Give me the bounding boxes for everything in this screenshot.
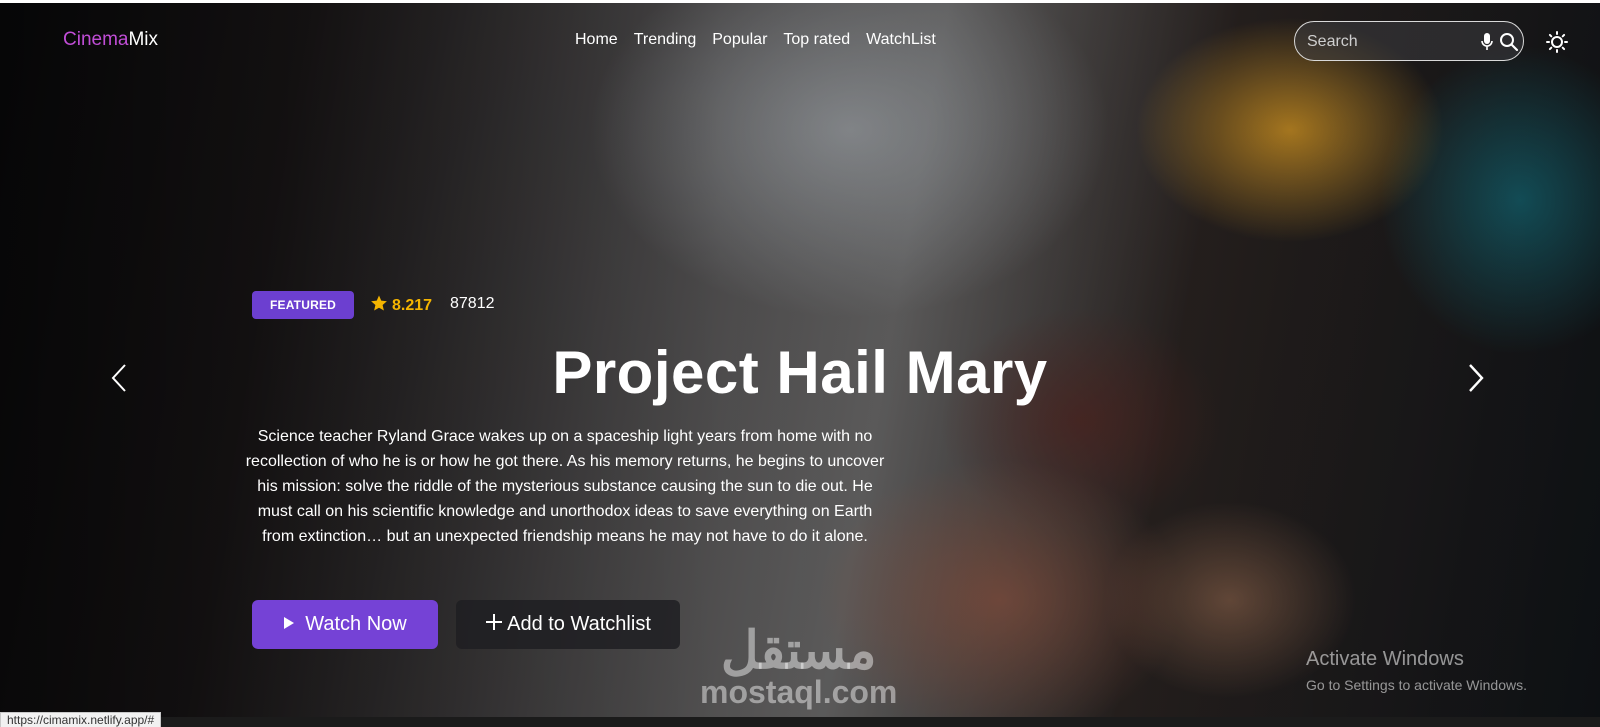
search-icon[interactable] (1499, 32, 1519, 57)
star-icon (370, 294, 388, 317)
chevron-right-icon[interactable] (1467, 363, 1485, 398)
chevron-left-icon[interactable] (110, 363, 128, 398)
vote-count: 87812 (450, 295, 495, 312)
mic-icon[interactable] (1480, 32, 1494, 57)
movie-title: Project Hail Mary (552, 339, 1048, 406)
search-input[interactable] (1307, 31, 1467, 53)
nav-popular[interactable]: Popular (712, 31, 767, 49)
navbar: CinemaMix Home Trending Popular Top rate… (0, 3, 1600, 77)
bottom-strip (0, 717, 1600, 727)
browser-status-url: https://cimamix.netlify.app/# (0, 712, 162, 727)
rating-value: 8.217 (392, 296, 433, 314)
nav-top-rated[interactable]: Top rated (783, 31, 850, 49)
plus-icon (485, 613, 503, 637)
nav-watchlist[interactable]: WatchList (866, 31, 936, 49)
watch-now-label: Watch Now (305, 613, 407, 635)
add-to-watchlist-button[interactable]: Add to Watchlist (456, 600, 680, 649)
sun-icon[interactable] (1546, 31, 1568, 58)
brand-part-mix: Mix (128, 29, 159, 50)
brand-logo[interactable]: CinemaMix (63, 29, 158, 51)
featured-badge: FEATURED (252, 291, 354, 319)
nav-home[interactable]: Home (575, 31, 618, 49)
play-icon (283, 613, 295, 636)
main-menu: Home Trending Popular Top rated WatchLis… (575, 31, 936, 49)
add-to-watchlist-label: Add to Watchlist (507, 613, 651, 635)
watch-now-button[interactable]: Watch Now (252, 600, 438, 649)
featured-slide: FEATURED 8.217 87812 Project Hail Mary S… (0, 0, 1600, 717)
search-box (1294, 21, 1524, 61)
rating: 8.217 (370, 294, 432, 317)
brand-part-cinema: Cinema (63, 29, 129, 50)
nav-trending[interactable]: Trending (634, 31, 697, 49)
movie-overview: Science teacher Ryland Grace wakes up on… (245, 428, 885, 545)
